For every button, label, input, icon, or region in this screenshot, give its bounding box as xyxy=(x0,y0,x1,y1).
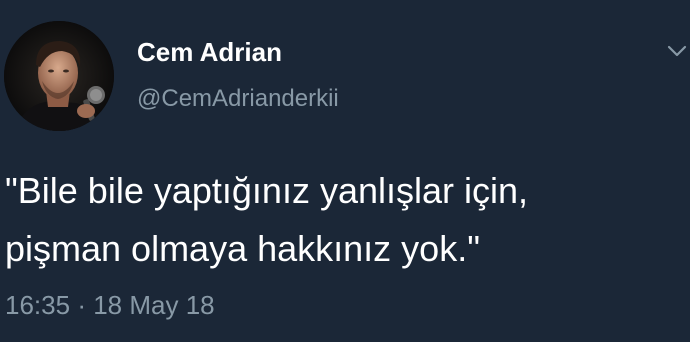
tweet-card: Cem Adrian @CemAdrianderkii "Bile bile y… xyxy=(0,0,690,342)
tweet-date: 18 May 18 xyxy=(93,290,215,320)
tweet-text-line-2: pişman olmaya hakkınız yok." xyxy=(5,228,480,269)
tweet-text-line-1: "Bile bile yaptığınız yanlışlar için, xyxy=(5,170,529,211)
avatar-photo xyxy=(4,21,114,131)
avatar[interactable] xyxy=(4,21,114,131)
tweet-time: 16:35 xyxy=(5,290,71,320)
tweet-timestamp[interactable]: 16:35 · 18 May 18 xyxy=(5,288,215,322)
author-name[interactable]: Cem Adrian xyxy=(137,36,282,68)
tweet-text: "Bile bile yaptığınız yanlışlar için, pi… xyxy=(5,162,675,278)
meta-separator: · xyxy=(77,290,86,320)
chevron-down-icon[interactable] xyxy=(664,38,690,64)
author-handle[interactable]: @CemAdrianderkii xyxy=(137,84,339,114)
